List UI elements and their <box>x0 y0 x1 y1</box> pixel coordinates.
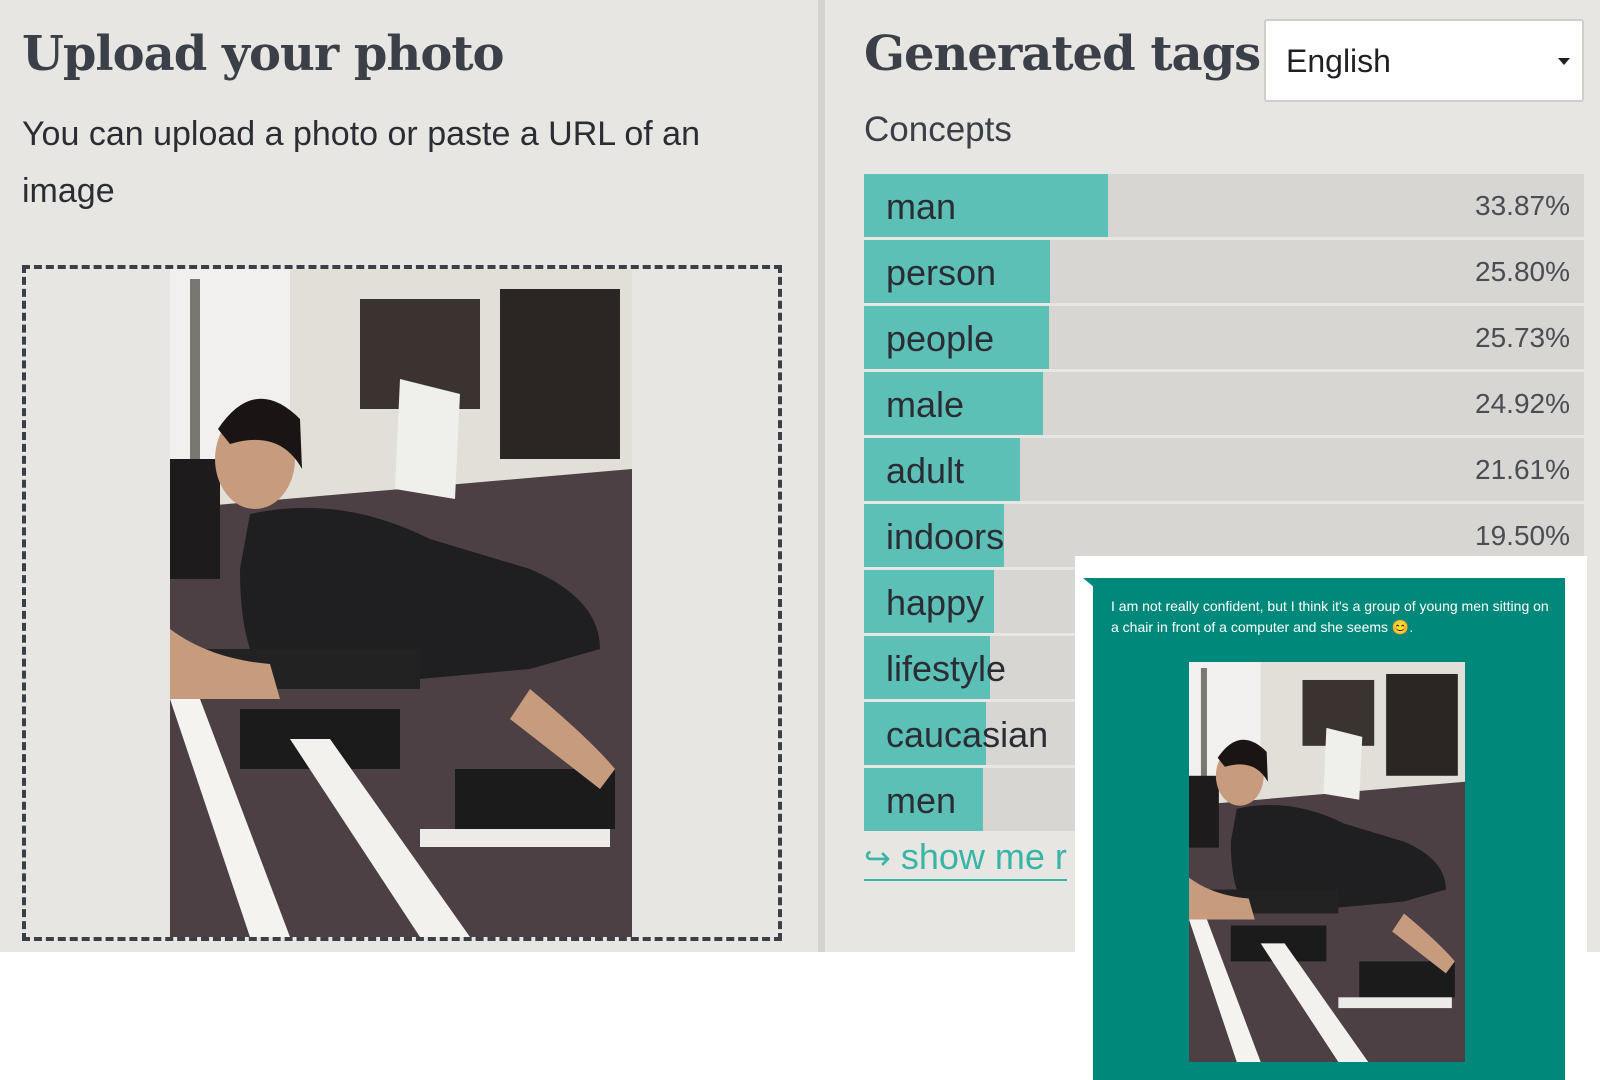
upload-description: You can upload a photo or paste a URL of… <box>22 115 700 210</box>
chevron-down-icon <box>1558 58 1570 65</box>
concept-percent: 19.50% <box>1475 520 1570 551</box>
concept-percent: 21.61% <box>1475 454 1570 485</box>
generated-tags-title: Generated tags <box>864 26 1261 82</box>
concept-name: male <box>886 384 965 425</box>
caption-text: I am not really confident, but I think i… <box>1111 598 1549 635</box>
language-select-value: English <box>1286 43 1391 79</box>
concept-name: happy <box>886 582 985 623</box>
concept-percent: 24.92% <box>1475 388 1570 419</box>
concept-percent: 25.80% <box>1475 256 1570 287</box>
show-more-label: show me r <box>900 836 1067 877</box>
concept-row: adult 21.61% <box>864 438 1584 501</box>
concept-row: person 25.80% <box>864 240 1584 303</box>
caption-photo <box>1189 662 1465 1062</box>
concept-row: people 25.73% <box>864 306 1584 369</box>
concept-name: people <box>886 318 995 359</box>
concept-row: male 24.92% <box>864 372 1584 435</box>
concept-name: adult <box>886 450 965 491</box>
concept-row: man 33.87% <box>864 174 1584 237</box>
upload-title: Upload your photo <box>22 26 505 82</box>
panel-divider <box>818 0 825 952</box>
concept-name: man <box>886 186 957 227</box>
concept-name: caucasian <box>886 714 1049 755</box>
concept-name: indoors <box>886 516 1005 557</box>
return-arrow-icon: ↪ <box>864 840 891 876</box>
concept-name: men <box>886 780 957 821</box>
uploaded-photo <box>170 269 632 937</box>
concept-name: lifestyle <box>886 648 1007 689</box>
concepts-label: Concepts <box>864 110 1012 149</box>
language-select[interactable]: English <box>1264 19 1584 102</box>
show-more-link[interactable]: ↪ show me r <box>864 836 1067 881</box>
concept-percent: 25.73% <box>1475 322 1570 353</box>
concept-percent: 33.87% <box>1475 190 1570 221</box>
concept-name: person <box>886 252 997 293</box>
